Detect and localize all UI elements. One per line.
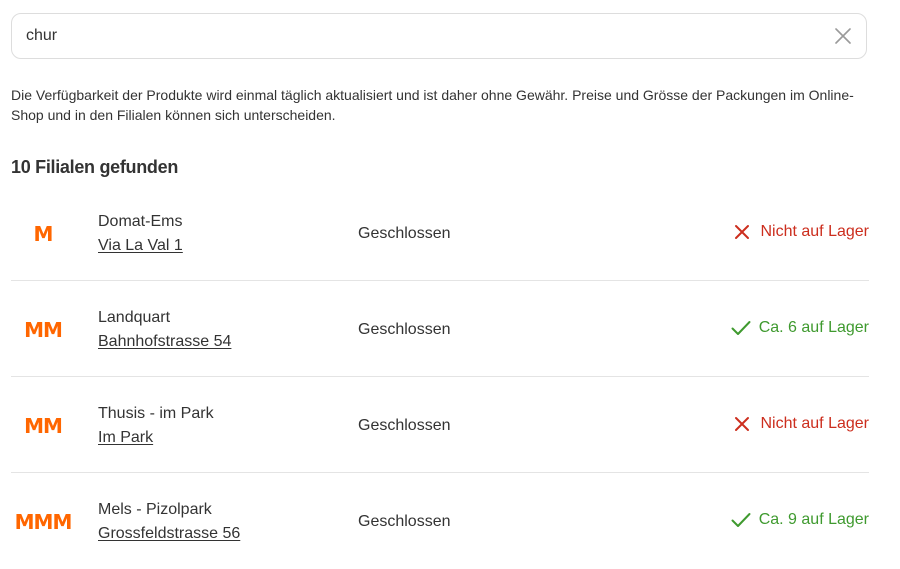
store-address-link[interactable]: Grossfeldstrasse 56 xyxy=(98,524,240,544)
migros-logo: MM xyxy=(24,414,63,438)
store-row[interactable]: MM Thusis - im Park Im Park Geschlossen … xyxy=(11,377,869,473)
stock-label: Ca. 9 auf Lager xyxy=(758,511,869,528)
store-opening-status: Geschlossen xyxy=(358,513,451,530)
check-icon xyxy=(731,510,751,530)
store-address-link[interactable]: Bahnhofstrasse 54 xyxy=(98,332,231,352)
close-icon[interactable] xyxy=(832,25,854,47)
store-opening-status: Geschlossen xyxy=(358,417,451,434)
search-input[interactable] xyxy=(26,14,806,58)
store-row[interactable]: MM Landquart Bahnhofstrasse 54 Geschloss… xyxy=(11,281,869,377)
store-address-link[interactable]: Im Park xyxy=(98,428,153,448)
store-name: Mels - Pizolpark xyxy=(98,501,212,518)
availability-disclaimer: Die Verfügbarkeit der Produkte wird einm… xyxy=(11,87,854,123)
stock-label: Nicht auf Lager xyxy=(760,223,869,240)
stock-status: Ca. 9 auf Lager xyxy=(731,510,869,530)
store-name: Domat-Ems xyxy=(98,213,183,230)
search-box[interactable] xyxy=(11,13,867,59)
store-opening-status: Geschlossen xyxy=(358,321,451,338)
migros-logo: MM xyxy=(24,318,63,342)
stock-label: Ca. 6 auf Lager xyxy=(758,319,869,336)
store-name: Thusis - im Park xyxy=(98,405,214,422)
migros-logo: M xyxy=(33,222,54,246)
store-address-link[interactable]: Via La Val 1 xyxy=(98,236,183,256)
cross-icon xyxy=(732,222,752,242)
stock-status: Ca. 6 auf Lager xyxy=(731,318,869,338)
store-row[interactable]: M Domat-Ems Via La Val 1 Geschlossen Nic… xyxy=(11,185,869,281)
stock-status: Nicht auf Lager xyxy=(732,222,869,242)
stock-status: Nicht auf Lager xyxy=(732,414,869,434)
store-name: Landquart xyxy=(98,309,171,326)
stock-label: Nicht auf Lager xyxy=(760,415,869,432)
migros-logo: MMM xyxy=(14,510,73,534)
store-row[interactable]: MMM Mels - Pizolpark Grossfeldstrasse 56… xyxy=(11,473,869,569)
store-list: M Domat-Ems Via La Val 1 Geschlossen Nic… xyxy=(11,185,869,569)
results-count-heading: 10 Filialen gefunden xyxy=(11,157,179,177)
check-icon xyxy=(731,318,751,338)
cross-icon xyxy=(732,414,752,434)
store-opening-status: Geschlossen xyxy=(358,225,451,242)
